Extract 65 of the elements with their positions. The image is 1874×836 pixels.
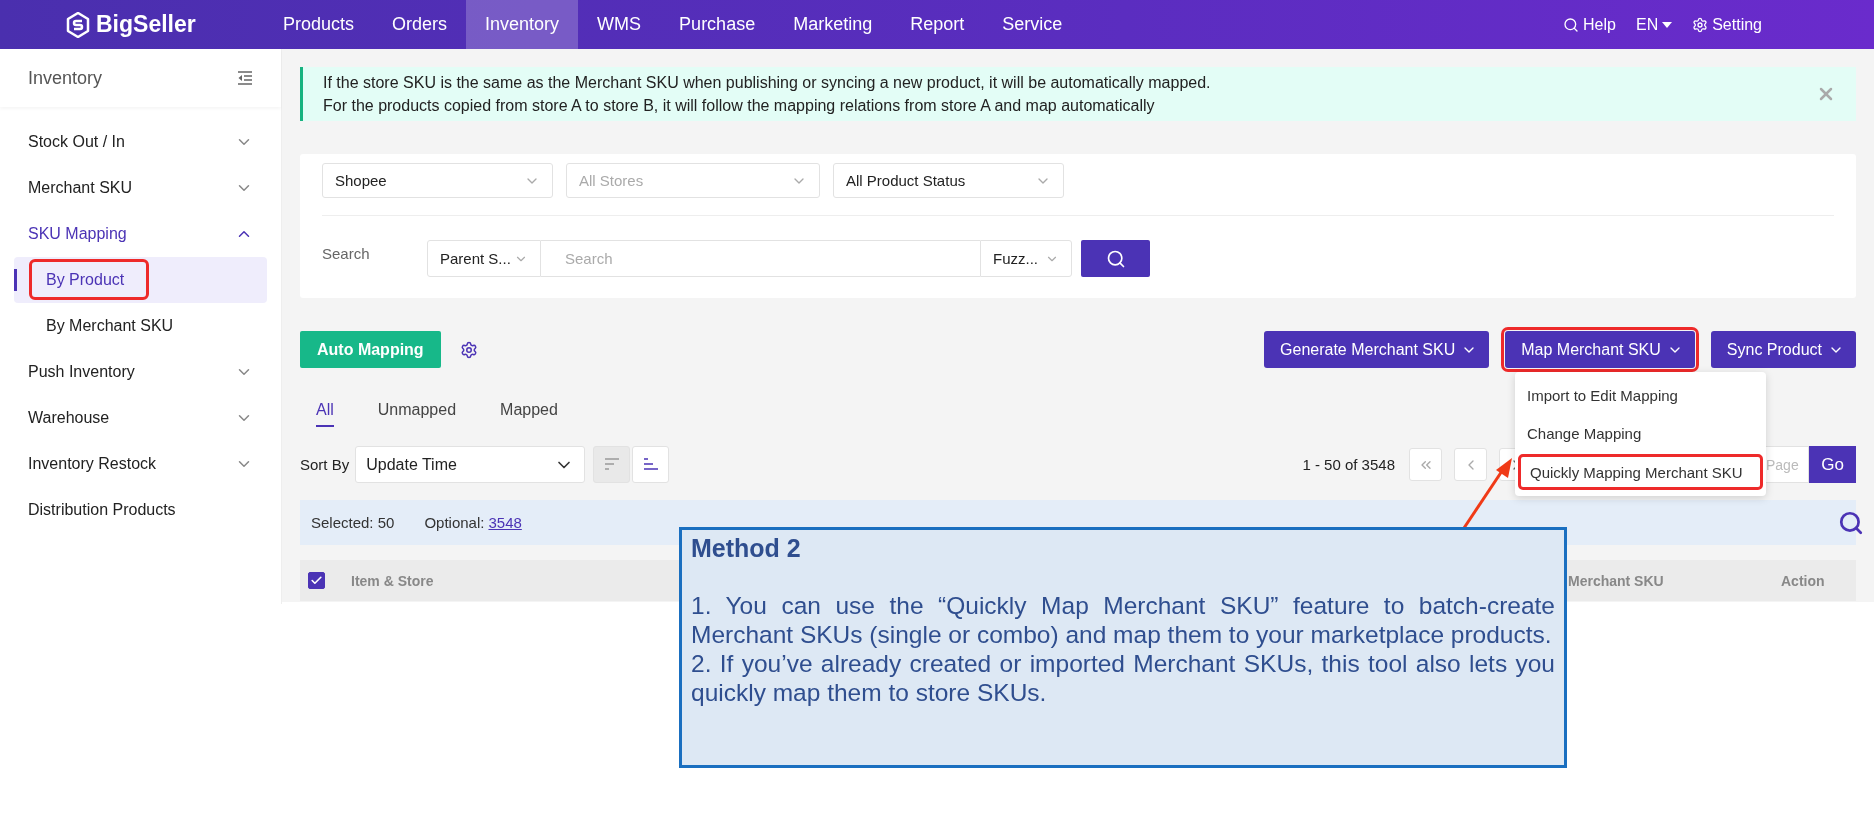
help-link[interactable]: Help [1563, 15, 1616, 34]
filter-select[interactable]: Shopee [322, 163, 553, 198]
settings-icon[interactable] [459, 340, 478, 359]
search-icon [1563, 16, 1580, 33]
nav-tab[interactable]: Orders [373, 0, 467, 49]
settings-icon [1692, 16, 1709, 33]
sort-order-button[interactable] [632, 446, 670, 483]
go-button[interactable]: Go [1809, 446, 1856, 483]
sidebar-item[interactable]: Push Inventory [0, 349, 281, 395]
logo-icon [66, 11, 90, 38]
selected-count: Selected: 50 [311, 514, 395, 531]
nav-tab[interactable]: Purchase [660, 0, 775, 49]
search-icon [1105, 248, 1126, 269]
nav-tab[interactable]: Marketing [774, 0, 892, 49]
sidebar-title: Inventory [28, 67, 103, 89]
column-header: Item & Store [351, 572, 434, 589]
sort-icon [603, 458, 620, 471]
banner-text: If the store SKU is the same as the Merchant SKU when publishing or syncing a new product, it will be automatically mapped. [323, 73, 1211, 93]
filter-tab[interactable]: All [316, 394, 334, 427]
banner-text: For the products copied from store A to store B, it will follow the mapping relations from store A and map automatically [323, 96, 1156, 116]
callout-text: 2. If you’ve already created or imported Merchant SKUs, this tool also lets you quickly map them to store SKUs. [691, 649, 1555, 707]
collapse-menu-icon[interactable] [237, 71, 253, 85]
sidebar-item[interactable]: Distribution Products [0, 487, 281, 533]
column-header: Action [1781, 572, 1825, 589]
match-mode-select[interactable]: Fuzz... [980, 240, 1072, 277]
callout-title: Method 2 [691, 534, 802, 563]
filter-tab[interactable]: Mapped [500, 394, 558, 427]
language-selector[interactable]: EN [1635, 15, 1673, 34]
sidebar-item[interactable]: Inventory Restock [0, 441, 281, 487]
filter-select[interactable]: All Product Status [833, 163, 1064, 198]
nav-tab[interactable]: WMS [578, 0, 661, 49]
nav-tab[interactable]: Products [264, 0, 374, 49]
search-icon[interactable] [1838, 510, 1864, 536]
optional-label: Optional: [424, 514, 485, 531]
callout-text: 1. You can use the “Quickly Map Merchant SKU” feature to batch-create Merchant SKUs (single or combo) and map them to your marketplace products. [691, 591, 1555, 649]
search-field-select[interactable]: Parent S... [427, 240, 541, 277]
search-label: Search [322, 245, 371, 262]
search-button[interactable] [1081, 240, 1150, 277]
dropdown-button[interactable]: Generate Merchant SKU [1264, 331, 1490, 368]
sidebar-item[interactable]: SKU Mapping [0, 211, 281, 257]
settings-link[interactable]: Setting [1692, 15, 1762, 34]
dropdown-button[interactable]: Sync Product [1710, 331, 1856, 368]
nav-tab[interactable]: Report [891, 0, 984, 49]
menu-item[interactable]: Import to Edit Mapping [1515, 376, 1766, 414]
sidebar-item[interactable]: Merchant SKU [0, 165, 281, 211]
optional-count-link[interactable]: 3548 [488, 514, 522, 531]
sidebar-item[interactable]: Stock Out / In [0, 119, 281, 165]
search-field[interactable]: Search [541, 240, 980, 277]
logo-text[interactable]: BigSeller [96, 11, 196, 38]
pagination-summary: 1 - 50 of 3548 [1302, 456, 1395, 473]
sidebar-subitem[interactable]: By Merchant SKU [14, 303, 267, 349]
sort-icon [642, 458, 659, 471]
menu-item[interactable]: Change Mapping [1515, 414, 1766, 452]
select-all-checkbox[interactable] [308, 572, 325, 589]
sort-select[interactable]: Update Time [355, 446, 586, 483]
nav-tab[interactable]: Service [983, 0, 1082, 49]
filter-tab[interactable]: Unmapped [377, 394, 457, 427]
caret-icon [1662, 21, 1673, 28]
sort-label: Sort By [300, 456, 350, 473]
sidebar-item[interactable]: Warehouse [0, 395, 281, 441]
sidebar-subitem[interactable]: By Product [14, 257, 267, 303]
check-icon [310, 574, 323, 587]
menu-item[interactable]: Quickly Mapping Merchant SKU [1518, 454, 1763, 490]
column-header: Merchant SKU [1568, 572, 1664, 589]
nav-tab[interactable]: Inventory [466, 0, 579, 49]
